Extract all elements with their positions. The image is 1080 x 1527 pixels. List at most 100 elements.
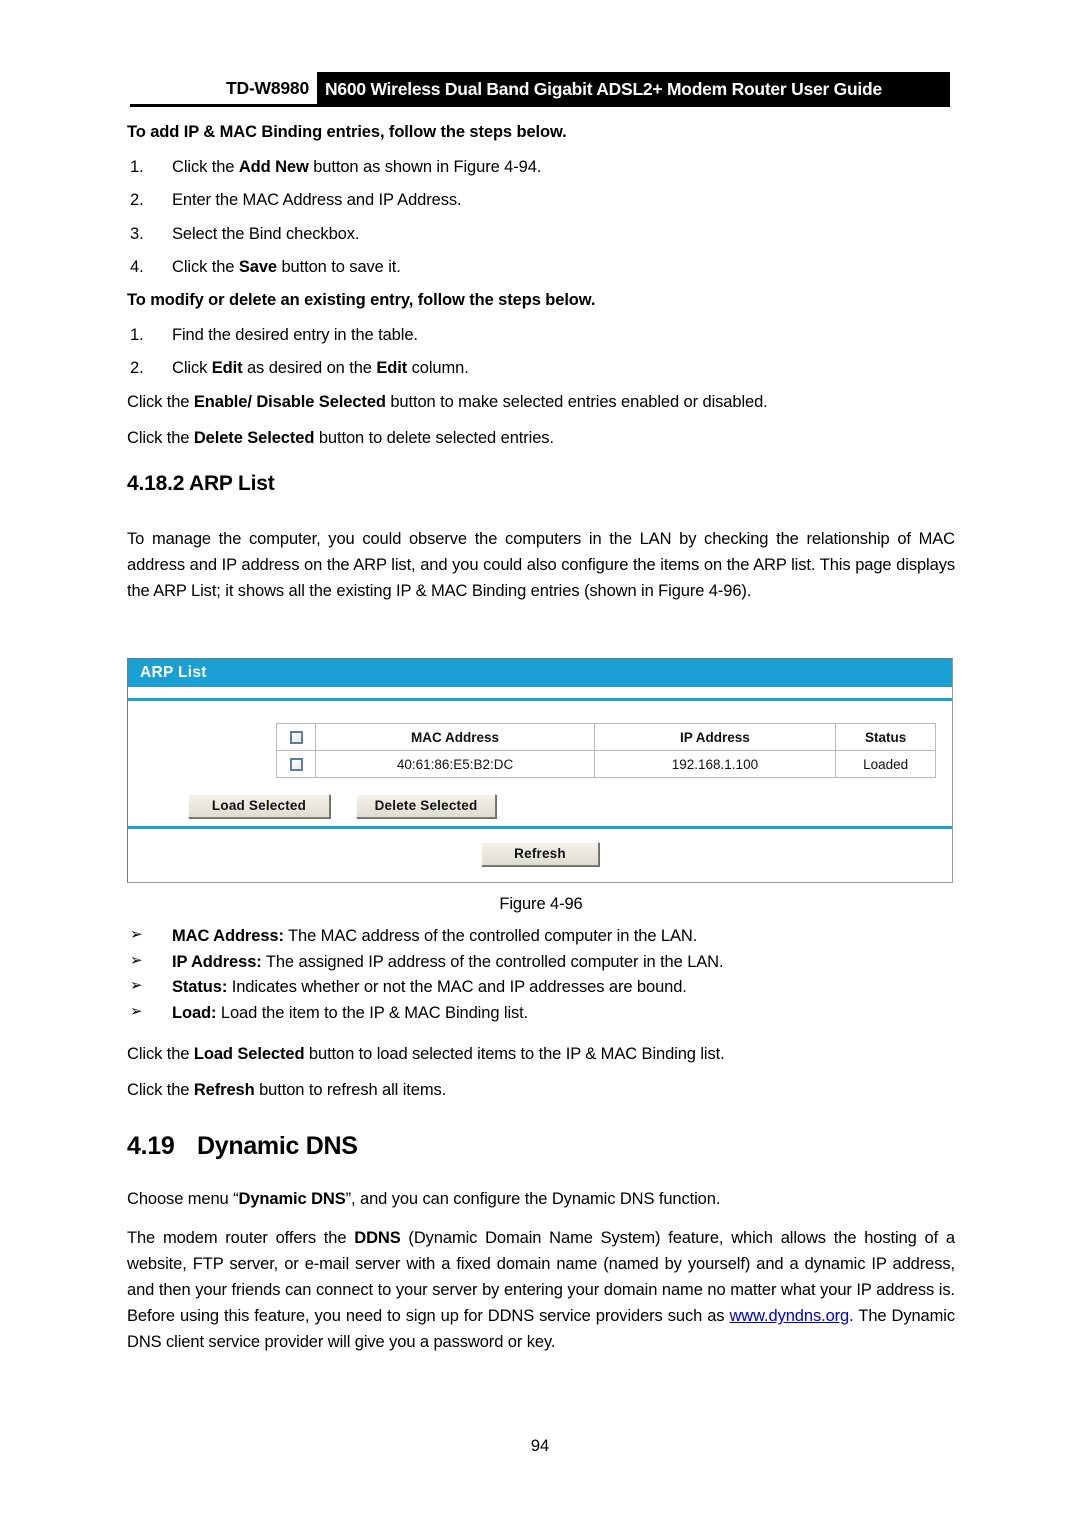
panel-footer: Refresh [128,829,952,882]
step-text-post: column. [407,359,469,378]
enable-disable-note: Click the Enable/ Disable Selected butto… [127,392,955,414]
step-text-bold: Edit [211,359,243,378]
document-content: To add IP & MAC Binding entries, follow … [127,122,955,604]
definition-term: IP Address: [172,952,262,971]
panel-gap [128,687,952,698]
step-text-mid: as desired on the [242,359,377,378]
step-number: 2. [130,359,144,378]
panel-body: MAC Address IP Address Status 40:61:86:E… [128,701,952,826]
section-title: Dynamic DNS [197,1132,358,1161]
column-header-ip-address: IP Address [593,723,837,751]
header-rule [130,104,317,107]
table-header-row: MAC Address IP Address Status [275,723,936,751]
ddns-paragraph-1: Choose menu “Dynamic DNS”, and you can c… [127,1189,955,1211]
arp-intro-paragraph: To manage the computer, you could observ… [127,529,955,600]
cell-mac-address: 40:61:86:E5:B2:DC [315,750,595,778]
definition-desc: The assigned IP address of the controlle… [261,952,724,971]
definition-term: Status: [172,978,228,997]
list-item: 1. Find the desired entry in the table. [127,325,955,346]
list-item: 4. Click the Save button to save it. [127,257,955,278]
arrow-bullet-icon: ➢ [130,926,143,943]
section-title: ARP List [189,471,275,495]
add-entries-lead: To add IP & MAC Binding entries, follow … [127,123,567,141]
definition-term: Load: [172,1003,217,1022]
step-text-bold-2: Edit [376,359,408,378]
figure-caption: Figure 4-96 [499,895,583,913]
arrow-bullet-icon: ➢ [130,977,143,995]
step-number: 1. [130,157,144,176]
arrow-bullet-icon: ➢ [130,1002,143,1020]
select-all-header-cell [275,723,317,751]
note-post: button to refresh all items. [254,1081,447,1100]
step-number: 4. [130,257,144,276]
note-post: button to delete selected entries. [314,428,554,447]
note-pre: Click the [127,1045,194,1064]
row-checkbox[interactable] [289,758,303,772]
add-entries-steps: 1. Click the Add New button as shown in F… [127,157,955,279]
list-item: 1. Click the Add New button as shown in F… [127,157,955,178]
step-number: 2. [130,191,144,210]
definition-desc: Indicates whether or not the MAC and IP … [227,978,687,997]
page-number: 94 [530,1437,550,1455]
delete-selected-note: Click the Delete Selected button to dele… [127,428,955,450]
arp-list-table: MAC Address IP Address Status 40:61:86:E… [275,723,936,778]
list-item: ➢ MAC Address: The MAC address of the con… [127,924,955,950]
section-heading-dynamic-dns: 4.19 Dynamic DNS [127,1132,955,1161]
arrow-bullet-icon: ➢ [130,951,143,969]
panel-action-buttons: Load Selected Delete Selected [188,794,952,818]
arp-field-definitions: ➢ MAC Address: The MAC address of the con… [127,924,955,1026]
note-bold: Delete Selected [193,428,315,447]
step-text-post: button as shown in Figure 4-94. [308,157,542,176]
para-pre: The modem router offers the [127,1229,355,1248]
cell-ip-address: 192.168.1.100 [593,750,837,778]
modify-entries-lead: To modify or delete an existing entry, f… [127,291,596,310]
refresh-button[interactable]: Refresh [481,842,599,866]
row-select-cell [275,750,317,778]
select-all-checkbox[interactable] [289,731,303,745]
load-selected-note: Click the Load Selected button to load s… [127,1044,955,1066]
delete-selected-button[interactable]: Delete Selected [356,794,496,818]
note-pre: Click the [127,1081,194,1100]
step-text-bold: Add New [238,157,309,176]
note-bold: Load Selected [193,1045,305,1064]
step-number: 3. [130,224,144,243]
definition-desc: The MAC address of the controlled comput… [283,927,698,945]
section-number: 4.19 [127,1132,175,1161]
list-item: 3. Select the Bind checkbox. [127,224,955,245]
list-item: ➢ IP Address: The assigned IP address of … [127,950,955,976]
note-bold: Refresh [193,1081,255,1100]
para-post: ”, and you can configure the Dynamic DNS… [345,1190,721,1209]
cell-status: Loaded [835,750,936,778]
step-text-pre: Click the [172,157,239,176]
section-heading-arp-list: 4.18.2 ARP List [127,472,955,496]
definition-term: MAC Address: [172,927,284,945]
figure-arp-list: ARP List MAC Address IP Address Status 4… [127,658,955,1355]
para-bold: Dynamic DNS [238,1190,346,1209]
dyndns-link[interactable]: www.dyndns.org [729,1307,849,1325]
section-number: 4.18.2 [127,471,185,495]
note-bold: Enable/ Disable Selected [193,392,386,411]
step-text-bold: Save [238,257,277,276]
list-item: ➢ Load: Load the item to the IP & MAC Bin… [127,1001,955,1027]
panel-titlebar: ARP List [128,659,952,687]
note-post: button to load selected items to the IP … [304,1045,725,1064]
load-selected-button[interactable]: Load Selected [188,794,330,818]
step-text-pre: Find the desired entry in the table. [172,326,418,344]
column-header-mac-address: MAC Address [315,723,595,751]
note-pre: Click the [127,392,194,411]
note-post: button to make selected entries enabled … [385,392,768,411]
step-text-pre: Click the [172,257,239,276]
note-pre: Click the [127,428,194,447]
para-bold: DDNS [354,1229,401,1248]
step-text-post: button to save it. [277,257,401,276]
list-item: 2. Enter the MAC Address and IP Address. [127,190,955,211]
table-row: 40:61:86:E5:B2:DC 192.168.1.100 Loaded [275,750,936,778]
step-text-pre: Enter the MAC Address and IP Address. [172,191,462,210]
step-text-pre: Click [172,359,212,378]
header-model: TD-W8980 [225,77,309,98]
ddns-paragraph-2: The modem router offers the DDNS (Dynami… [127,1225,955,1355]
running-header: TD-W8980 N600 Wireless Dual Band Gigabit… [130,72,950,108]
router-ui-panel: ARP List MAC Address IP Address Status 4… [127,658,953,883]
definition-desc: Load the item to the IP & MAC Binding li… [216,1003,529,1022]
list-item: ➢ Status: Indicates whether or not the MA… [127,975,955,1001]
